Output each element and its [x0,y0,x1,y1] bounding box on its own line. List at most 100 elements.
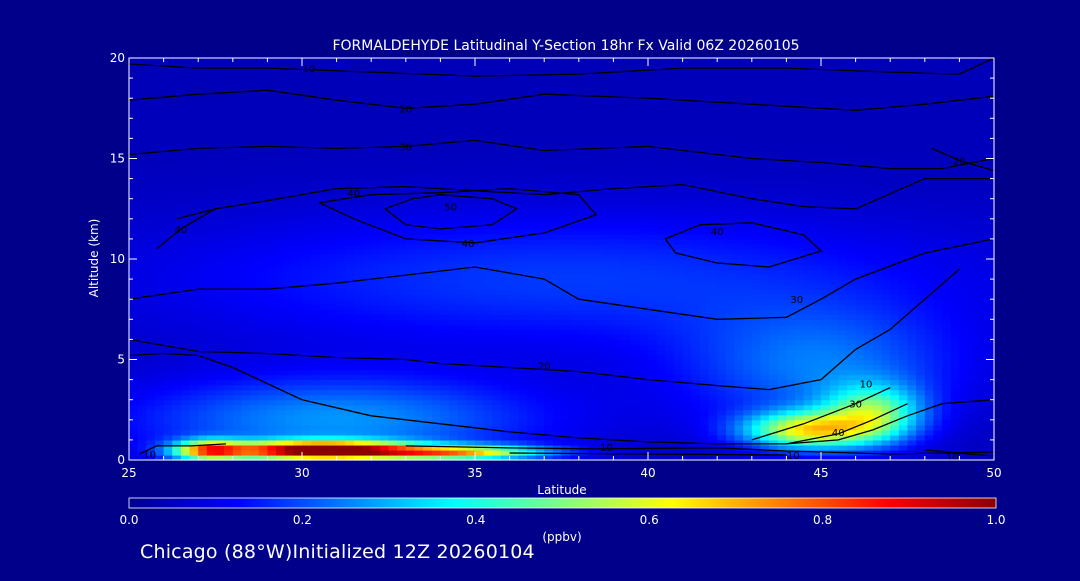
heatmap-cell [907,419,917,426]
heatmap-cell [362,284,372,290]
heatmap-cell [596,228,606,235]
heatmap-cell [734,228,744,235]
heatmap-cell [924,233,935,240]
heatmap-cell [267,213,277,220]
heatmap-cell [492,213,502,220]
heatmap-cell [552,319,563,325]
heatmap-cell [414,264,424,270]
heatmap-cell [639,213,649,220]
heatmap-cell [673,339,684,346]
heatmap-cell [388,399,398,406]
heatmap-cell [907,319,917,325]
heatmap-cell [968,344,978,351]
heatmap-cell [215,389,225,396]
heatmap-cell [743,419,753,426]
heatmap-cell [803,369,813,376]
heatmap-cell [916,238,926,245]
heatmap-cell [942,429,952,436]
heatmap-cell [319,218,329,225]
heatmap-cell [803,269,813,275]
heatmap-cell [466,359,476,366]
heatmap-cell [872,444,883,451]
heatmap-cell [561,274,571,280]
heatmap-cell [544,223,554,230]
heatmap-cell [604,309,614,315]
heatmap-cell [656,354,666,361]
heatmap-cell [613,284,623,290]
heatmap-cell [509,389,519,396]
heatmap-cell [743,309,753,315]
heatmap-cell [232,274,243,280]
heatmap-cell [492,359,502,366]
heatmap-cell [310,374,320,381]
heatmap-cell [388,269,398,275]
heatmap-cell [656,289,666,295]
heatmap-cell [570,409,580,416]
heatmap-cell [976,253,986,260]
heatmap-cell [648,218,658,225]
heatmap-cell [673,394,684,401]
heatmap-cell [180,439,191,446]
heatmap-cell [959,404,969,411]
heatmap-cell [457,434,467,441]
heatmap-cell [950,248,960,255]
heatmap-cell [405,399,416,406]
heatmap-cell [743,349,753,356]
heatmap-cell [293,399,303,406]
heatmap-cell [950,444,960,451]
heatmap-cell [795,238,805,245]
heatmap-cell [172,238,182,245]
heatmap-cell [232,304,243,310]
heatmap-cell [500,439,511,446]
heatmap-cell [570,208,580,215]
heatmap-cell [336,364,346,371]
heatmap-cell [241,389,251,396]
heatmap-cell [786,238,796,245]
heatmap-cell [440,429,450,436]
heatmap-cell [180,284,191,290]
heatmap-cell [630,424,640,431]
heatmap-cell [838,414,848,421]
heatmap-cell [725,279,736,285]
heatmap-cell [440,379,450,386]
heatmap-cell [639,409,649,416]
heatmap-cell [206,344,217,351]
heatmap-cell [414,409,424,416]
heatmap-cell [942,404,952,411]
heatmap-cell [371,384,381,391]
heatmap-cell [673,374,684,381]
heatmap-cell [379,314,390,320]
heatmap-cell [250,344,260,351]
heatmap-cell [933,349,943,356]
heatmap-cell [881,369,891,376]
heatmap-cell [258,339,268,346]
heatmap-cell [431,349,441,356]
heatmap-cell [397,248,407,255]
heatmap-cell [319,424,329,431]
heatmap-cell [293,344,303,351]
heatmap-cell [310,439,320,446]
heatmap-cell [630,208,640,215]
heatmap-cell [129,369,139,376]
heatmap-cell [535,259,545,265]
heatmap-cell [985,218,995,225]
heatmap-cell [224,334,234,340]
heatmap-cell [587,444,597,451]
heatmap-cell [457,439,467,446]
heatmap-cell [821,299,831,305]
heatmap-cell [526,223,537,230]
heatmap-cell [379,238,390,245]
heatmap-cell [552,344,563,351]
heatmap-cell [327,233,338,240]
heatmap-cell [821,309,831,315]
heatmap-cell [890,379,900,386]
heatmap-cell [708,309,718,315]
heatmap-cell [786,269,796,275]
heatmap-cell [163,309,173,315]
heatmap-cell [812,399,822,406]
heatmap-cell [224,289,234,295]
heatmap-cell [250,314,260,320]
heatmap-cell [570,334,580,340]
heatmap-cell [717,208,727,215]
heatmap-cell [483,289,493,295]
